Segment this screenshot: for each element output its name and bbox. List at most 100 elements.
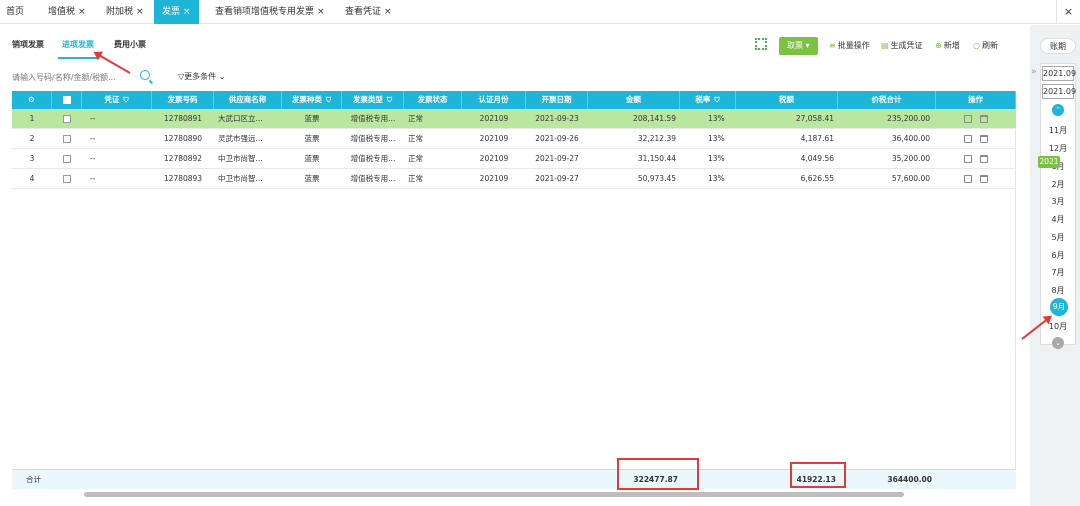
row-checkbox[interactable] [52, 169, 82, 189]
tab-home[interactable]: 首页 [6, 0, 24, 24]
cell-supplier: 中卫市尚智... [218, 174, 263, 183]
month-item[interactable]: 10月 [1040, 321, 1076, 332]
table-row[interactable]: 1 -- 12780891 大武口区立... 蓝票 增值税专用... 正常 20… [12, 109, 1016, 129]
col-tax-rate[interactable]: 税率 ⛉ [680, 91, 736, 109]
batch-operation-button[interactable]: ≡ 批量操作 [829, 37, 870, 55]
year-to-field[interactable]: 2021.09 [1042, 84, 1076, 99]
col-actions: 操作 [936, 91, 1016, 109]
filter-icon[interactable]: ⛉ [123, 96, 128, 104]
highlight-box-amount [617, 458, 699, 490]
row-checkbox[interactable] [52, 149, 82, 169]
refresh-button[interactable]: ○ 刷新 [973, 37, 998, 55]
close-icon[interactable]: × [136, 7, 144, 17]
row-index: 4 [29, 174, 35, 183]
cell-invoice-no: 12780891 [163, 114, 203, 123]
trash-icon[interactable] [980, 135, 988, 143]
month-item-active[interactable]: 9月 [1050, 298, 1068, 316]
table-row[interactable]: 4 -- 12780893 中卫市尚智... 蓝票 增值税专用... 正常 20… [12, 169, 1016, 189]
search-icon[interactable] [140, 70, 150, 80]
close-icon[interactable]: × [78, 7, 86, 17]
col-type[interactable]: 发票类型 ⛉ [342, 91, 404, 109]
cell-cert-month: 202109 [479, 114, 509, 123]
col-voucher[interactable]: 凭证 ⛉ [82, 91, 152, 109]
view-icon[interactable] [964, 115, 972, 123]
cell-tax-rate: 13% [708, 174, 725, 183]
month-item[interactable]: 11月 [1040, 125, 1076, 136]
cell-total: 35,200.00 [891, 154, 930, 163]
subtab-sales-invoice[interactable]: 销项发票 [8, 37, 48, 59]
close-icon[interactable]: × [317, 7, 325, 17]
subtab-expense-receipt[interactable]: 费用小票 [110, 37, 150, 59]
cell-cert-month: 202109 [479, 174, 509, 183]
cell-supplier: 大武口区立... [218, 114, 263, 123]
qr-code-icon[interactable] [755, 38, 767, 50]
add-button[interactable]: ⊕ 新增 [935, 37, 960, 55]
select-all-checkbox[interactable] [52, 91, 82, 109]
col-issue-date: 开票日期 [526, 91, 588, 109]
row-checkbox[interactable] [52, 129, 82, 149]
more-conditions-button[interactable]: ▽更多条件 ⌄ [178, 69, 225, 85]
filter-icon[interactable]: ⛉ [326, 96, 331, 104]
fetch-invoice-button[interactable]: 取票 ▾ [779, 37, 818, 55]
row-checkbox[interactable] [52, 109, 82, 129]
tab-view-sales-vat-invoice[interactable]: 查看销项增值税专用发票 × [215, 0, 325, 24]
year-from-field[interactable]: 2021.09 [1042, 66, 1076, 81]
row-index: 2 [29, 134, 35, 143]
scroll-down-icon[interactable]: ⌄ [1052, 337, 1064, 349]
cell-actions [936, 129, 1016, 149]
close-icon[interactable]: × [183, 7, 191, 17]
scroll-up-icon[interactable]: ⌃ [1052, 104, 1064, 116]
horizontal-scrollbar[interactable] [84, 492, 904, 497]
tab-invoice[interactable]: 发票 × [154, 0, 199, 24]
trash-icon[interactable] [980, 115, 988, 123]
view-icon[interactable] [964, 175, 972, 183]
voucher-icon: ▤ [881, 41, 889, 50]
month-item[interactable]: 4月 [1040, 214, 1076, 225]
filter-icon[interactable]: ⛉ [387, 96, 392, 104]
settings-icon[interactable]: ⚙ [12, 91, 52, 109]
month-item[interactable]: 8月 [1040, 285, 1076, 296]
tab-vat[interactable]: 增值税 × [48, 0, 86, 24]
month-item[interactable]: 12月 [1040, 143, 1076, 154]
view-icon[interactable] [964, 155, 972, 163]
cell-invoice-no: 12780893 [163, 174, 203, 183]
tab-surtax[interactable]: 附加税 × [106, 0, 144, 24]
search-row [12, 69, 162, 87]
month-item[interactable]: 7月 [1040, 267, 1076, 278]
trash-icon[interactable] [980, 175, 988, 183]
close-icon[interactable]: × [384, 7, 392, 17]
account-period-button[interactable]: 账期 [1040, 38, 1076, 54]
cell-kind: 蓝票 [304, 114, 320, 123]
table-header: ⚙ 凭证 ⛉ 发票号码 供应商名称 发票种类 ⛉ 发票类型 ⛉ 发票状态 认证月份 开… [12, 91, 1016, 109]
trash-icon[interactable] [980, 155, 988, 163]
search-input[interactable] [12, 69, 137, 85]
month-item[interactable]: 3月 [1040, 196, 1076, 207]
top-tab-bar: 首页 增值税 × 附加税 × 发票 × 查看销项增值税专用发票 × 查看凭证 × × [0, 0, 1080, 24]
cell-actions [936, 169, 1016, 189]
refresh-icon: ○ [973, 41, 980, 50]
cell-voucher: -- [90, 174, 96, 183]
filter-icon[interactable]: ⛉ [714, 96, 719, 104]
table-row[interactable]: 2 -- 12780890 灵武市强远... 蓝票 增值税专用... 正常 20… [12, 129, 1016, 149]
cell-kind: 蓝票 [304, 174, 320, 183]
view-icon[interactable] [964, 135, 972, 143]
month-item[interactable]: 6月 [1040, 250, 1076, 261]
col-amount: 金额 [588, 91, 680, 109]
double-chevron-right-icon[interactable]: » [1031, 67, 1037, 77]
cell-amount: 50,973.45 [637, 174, 676, 183]
tab-view-voucher[interactable]: 查看凭证 × [345, 0, 392, 24]
col-kind[interactable]: 发票种类 ⛉ [282, 91, 342, 109]
period-panel: 账期 » 2021.09 2021.09 ⌃ 11月 12月 1月 2021 2… [1030, 25, 1080, 506]
batch-icon: ≡ [829, 41, 836, 50]
generate-voucher-button[interactable]: ▤ 生成凭证 [881, 37, 923, 55]
month-item[interactable]: 2月 [1040, 179, 1076, 190]
cell-type: 增值税专用... [350, 114, 396, 123]
cell-invoice-no: 12780890 [163, 134, 203, 143]
month-item[interactable]: 5月 [1040, 232, 1076, 243]
cell-status: 正常 [408, 134, 423, 143]
window-close-icon[interactable]: × [1056, 0, 1080, 24]
table-row[interactable]: 3 -- 12780892 中卫市尚智... 蓝票 增值税专用... 正常 20… [12, 149, 1016, 169]
summary-row: 合计 322477.87 41922.13 364400.00 [12, 469, 1016, 489]
year-badge: 2021 [1038, 156, 1060, 168]
col-total: 价税合计 [838, 91, 936, 109]
